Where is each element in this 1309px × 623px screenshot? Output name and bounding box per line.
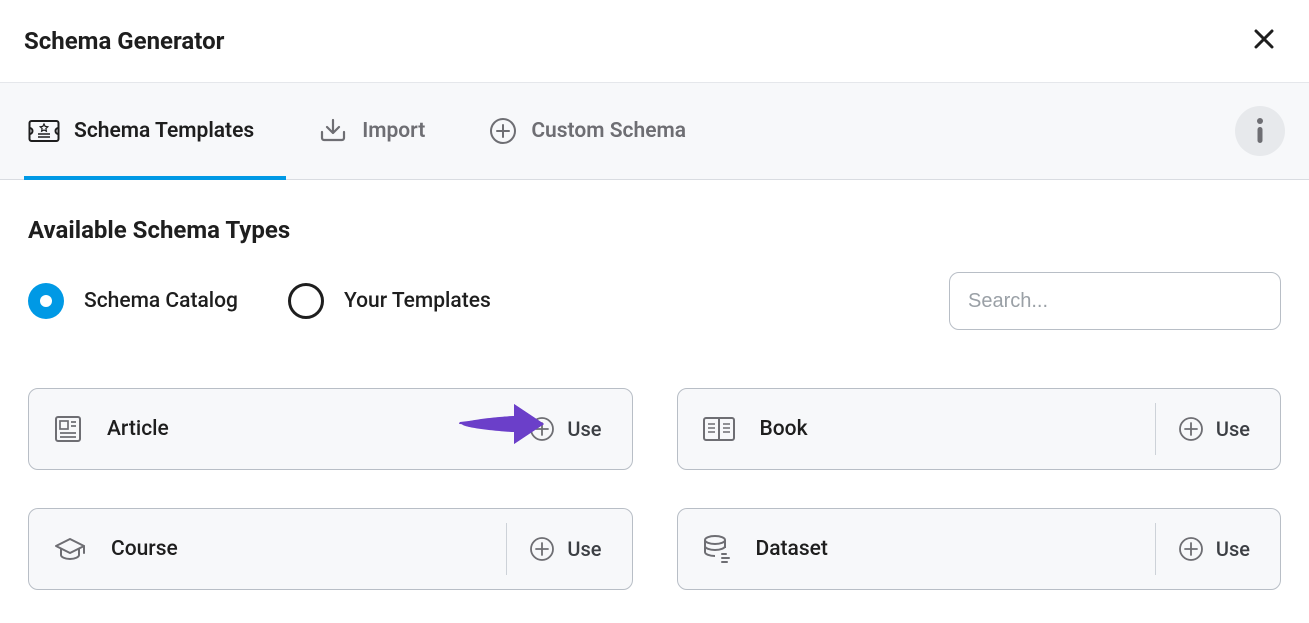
card-label: Book: [760, 417, 1131, 441]
graduation-cap-icon: [53, 536, 87, 562]
search-input[interactable]: [949, 272, 1281, 330]
cards-grid: Article Use Book Use Course Use: [28, 388, 1281, 590]
tab-custom-schema[interactable]: Custom Schema: [485, 83, 714, 179]
info-button[interactable]: [1235, 106, 1285, 156]
book-icon: [702, 415, 736, 443]
card-dataset[interactable]: Dataset Use: [677, 508, 1282, 590]
tab-label: Schema Templates: [74, 119, 254, 143]
plus-circle-icon: [1178, 536, 1204, 562]
tab-import[interactable]: Import: [314, 83, 453, 179]
use-label: Use: [1216, 417, 1250, 441]
radio-label: Schema Catalog: [84, 289, 238, 313]
use-label: Use: [567, 417, 601, 441]
page-title: Schema Generator: [24, 27, 224, 55]
radio-your-templates[interactable]: Your Templates: [288, 283, 491, 319]
card-label: Course: [111, 537, 482, 561]
radio-label: Your Templates: [344, 289, 491, 313]
use-button[interactable]: Use: [1155, 523, 1264, 575]
plus-circle-icon: [529, 536, 555, 562]
content: Available Schema Types Schema Catalog Yo…: [0, 180, 1309, 590]
card-article[interactable]: Article Use: [28, 388, 633, 470]
radio-icon: [28, 283, 64, 319]
header: Schema Generator: [0, 0, 1309, 82]
card-label: Dataset: [756, 537, 1131, 561]
radio-icon: [288, 283, 324, 319]
use-button[interactable]: Use: [507, 403, 615, 455]
radio-group: Schema Catalog Your Templates: [28, 283, 491, 319]
close-icon: [1253, 28, 1275, 50]
card-book[interactable]: Book Use: [677, 388, 1282, 470]
close-button[interactable]: [1249, 24, 1279, 58]
tab-schema-templates[interactable]: Schema Templates: [24, 83, 282, 179]
use-button[interactable]: Use: [1155, 403, 1264, 455]
toolbar: Schema Catalog Your Templates: [28, 272, 1281, 330]
search-wrap: [949, 272, 1281, 330]
tabbar: Schema Templates Import Custom Schema: [0, 82, 1309, 180]
tab-label: Import: [362, 119, 425, 143]
info-icon: [1253, 116, 1267, 146]
card-label: Article: [107, 417, 483, 441]
use-label: Use: [1216, 537, 1250, 561]
radio-schema-catalog[interactable]: Schema Catalog: [28, 283, 238, 319]
section-title: Available Schema Types: [28, 216, 1281, 244]
database-icon: [702, 534, 732, 564]
article-icon: [53, 414, 83, 444]
card-course[interactable]: Course Use: [28, 508, 633, 590]
plus-circle-icon: [489, 117, 517, 145]
ticket-icon: [28, 118, 60, 144]
use-button[interactable]: Use: [506, 523, 615, 575]
plus-circle-icon: [1178, 416, 1204, 442]
tab-label: Custom Schema: [531, 119, 686, 143]
import-icon: [318, 118, 348, 144]
use-label: Use: [567, 537, 601, 561]
plus-circle-icon: [529, 416, 555, 442]
